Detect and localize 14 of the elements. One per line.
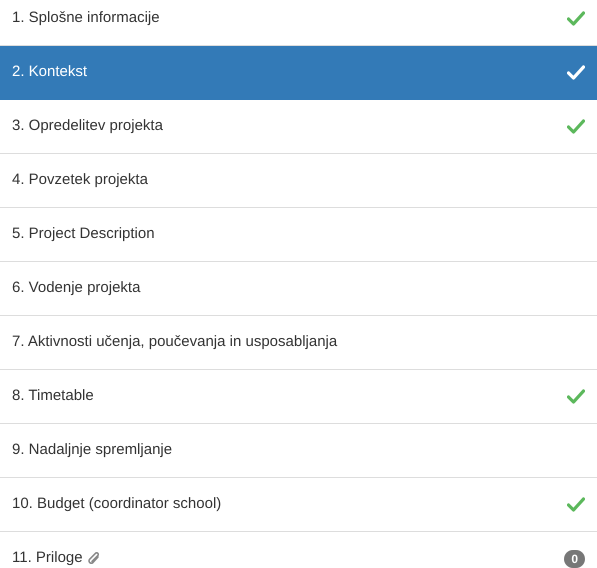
step-label: 2. Kontekst — [12, 62, 88, 82]
step-label: 10. Budget (coordinator school) — [12, 494, 222, 514]
step-label: 6. Vodenje projekta — [12, 278, 140, 298]
step-item[interactable]: 2. Kontekst — [0, 46, 597, 100]
paperclip-icon — [86, 550, 101, 566]
step-label: 1. Splošne informacije — [12, 8, 160, 28]
step-label: 7. Aktivnosti učenja, poučevanja in usposabljanja — [12, 332, 338, 352]
step-label: 3. Opredelitev projekta — [12, 116, 163, 136]
step-label: 5. Project Description — [12, 224, 155, 244]
step-label: 11. Priloge — [12, 548, 83, 568]
step-label: 9. Nadaljnje spremljanje — [12, 440, 172, 460]
step-label: 4. Povzetek projekta — [12, 170, 148, 190]
step-label: 8. Timetable — [12, 386, 94, 406]
count-badge: 0 — [564, 550, 585, 568]
